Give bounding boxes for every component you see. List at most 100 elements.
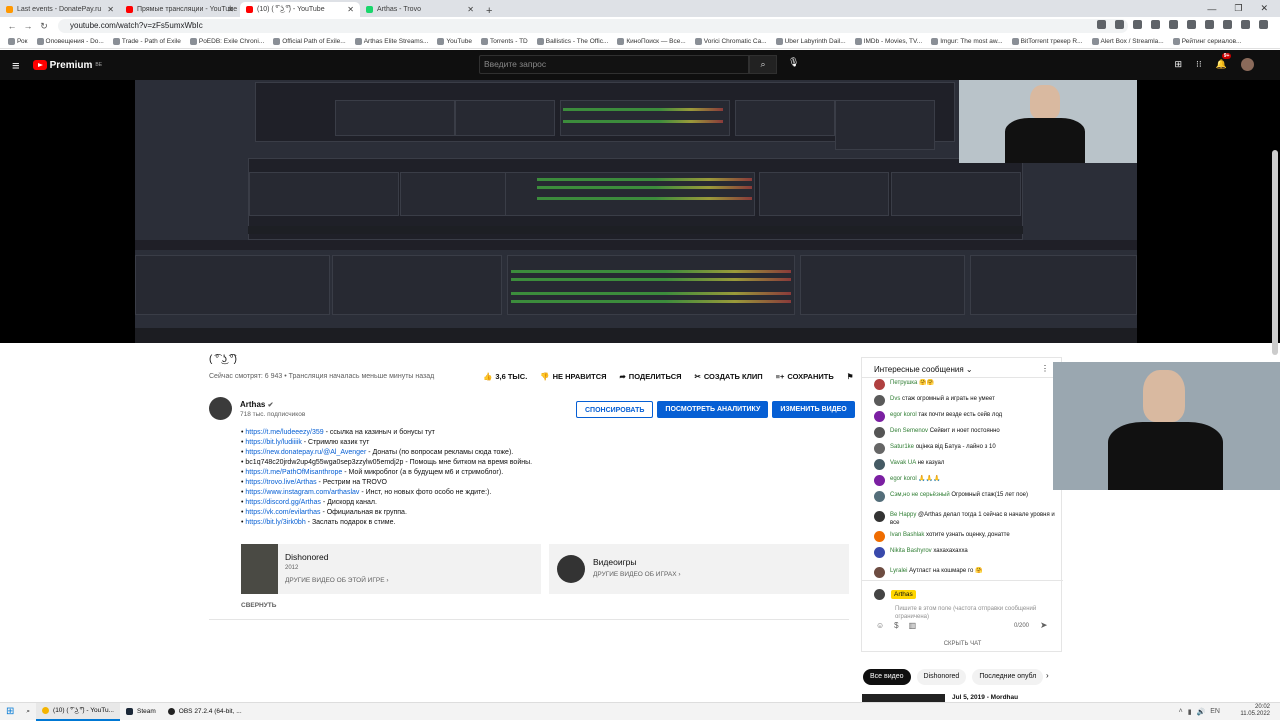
extension-icon[interactable] [1115,20,1124,29]
chat-message[interactable]: Сэм,но не серьёзный Огромный стаж(15 лет… [862,491,1063,511]
game-card[interactable]: Dishonored 2012 ДРУГИЕ ВИДЕО ОБ ЭТОЙ ИГР… [241,544,541,594]
channel-avatar[interactable] [209,397,232,420]
browser-tab-youtube-streams[interactable]: Прямые трансляции - YouTube ✕ [120,2,240,17]
notifications-icon[interactable]: 🔔 9+ [1216,53,1232,70]
related-title[interactable]: Jul 5, 2019 - Mordhau [952,694,1018,701]
chat-message[interactable]: Петрушка 🤗🤗 [862,379,1063,395]
related-thumbnail[interactable] [862,694,945,702]
maximize-icon[interactable]: ❐ [1234,3,1242,14]
search-icon[interactable]: ⌕ [749,55,777,74]
forward-icon[interactable]: → [20,21,36,31]
chat-author[interactable]: Ivan Bashlak [890,532,924,538]
chat-author[interactable]: Петрушка [890,380,917,386]
taskbar-steam[interactable]: Steam [120,703,162,721]
chat-author[interactable]: egor korol [890,476,917,482]
description-link[interactable]: https://t.me/ludeeezy/359 [245,429,323,436]
chat-message[interactable]: Nikita Bashyrov хахахахахха [862,547,1063,567]
menu-icon[interactable]: ≡ [12,58,20,73]
bookmark-item[interactable]: Official Path of Exile... [273,38,346,45]
bookmark-item[interactable]: Оповещения - Do... [36,38,104,45]
game-more-link[interactable]: ДРУГИЕ ВИДЕО ОБ ЭТОЙ ИГРЕ [285,577,385,584]
chat-more-icon[interactable]: ⋮ [1041,364,1049,373]
chat-message[interactable]: Vavak UA не казуал [862,459,1063,475]
extension-icon[interactable] [1259,20,1268,29]
chat-author[interactable]: Dvs [890,396,900,402]
like-button[interactable]: 👍 3,6 ТЫС. [483,372,527,381]
extension-icon[interactable] [1133,20,1142,29]
save-button[interactable]: ≡+ СОХРАНИТЬ [776,372,834,381]
youtube-logo[interactable]: Premium BE [32,60,102,71]
description-link[interactable]: https://vk.com/evilarthas [245,509,320,516]
hide-chat-button[interactable]: СКРЫТЬ ЧАТ [862,641,1063,647]
chevron-up-icon[interactable]: ˄ [1179,708,1183,716]
bookmark-item[interactable]: Vorici Chromatic Ca... [694,38,767,45]
close-tab-icon[interactable]: ✕ [227,5,234,14]
taskbar-obs[interactable]: OBS 27.2.4 (64-bit, ... [162,703,248,721]
chat-author[interactable]: Сэм,но не серьёзный [890,492,950,498]
chat-message[interactable]: Den Semenov Сейвит и ноет постоянно [862,427,1063,443]
chat-message[interactable]: Dvs стаж огромный а играть не умеет [862,395,1063,411]
bookmark-item[interactable]: IMDb - Movies, TV... [854,38,922,45]
close-tab-icon[interactable]: ✕ [107,5,114,14]
description-link[interactable]: https://bit.ly/ludiiiik [245,439,301,446]
bookmark-item[interactable]: PoEDB: Exile Chroni... [189,38,264,45]
apps-icon[interactable]: ⁝⁝ [1196,59,1202,70]
close-tab-icon[interactable]: ✕ [347,5,354,14]
minimize-icon[interactable]: — [1207,4,1216,14]
clock[interactable]: 20:02 11.05.2022 [1240,704,1270,718]
bookmark-item[interactable]: Ballistics - The Offic... [536,38,608,45]
chat-author[interactable]: egor korol [890,412,917,418]
extension-icon[interactable] [1097,20,1106,29]
channel-name[interactable]: Arthas [240,400,265,409]
share-button[interactable]: ➦ ПОДЕЛИТЬСЯ [620,372,682,381]
chat-author[interactable]: Vavak UA [890,460,916,466]
extension-icon[interactable] [1205,20,1214,29]
chat-input[interactable]: Пишите в этом поле (частота отправки соо… [895,605,1055,621]
reload-icon[interactable]: ↻ [36,21,52,32]
clip-button[interactable]: ✂ СОЗДАТЬ КЛИП [695,372,763,381]
back-icon[interactable]: ← [4,21,20,31]
bookmark-item[interactable]: Trade - Path of Exile [112,38,181,45]
search-input[interactable]: Введите запрос [479,55,749,74]
chat-author[interactable]: Den Semenov [890,428,928,434]
collapse-button[interactable]: СВЕРНУТЬ [241,602,276,609]
windows-start-icon[interactable]: ⊞ [0,703,20,721]
bookmark-item[interactable]: Alert Box / Streamla... [1091,38,1164,45]
bookmark-item[interactable]: Arthas Elite Streams... [354,38,428,45]
description-link[interactable]: https://t.me/PathOfMisanthrope [245,469,342,476]
browser-tab-donatepay[interactable]: Last events - DonatePay.ru ✕ [0,2,120,17]
chat-author[interactable]: Nikita Bashyrov [890,548,932,554]
taskbar-chrome[interactable]: (10) ( ͡° ͜ʖ ͡°) - YouTu... [36,702,120,721]
chip-recent[interactable]: Последние опубл [972,669,1044,685]
bookmark-item[interactable]: Torrents - TD [480,38,528,45]
bookmark-item[interactable]: Рок [8,38,28,45]
create-video-icon[interactable]: ⊞ [1175,59,1183,70]
chip-dishonored[interactable]: Dishonored [916,669,967,685]
chat-author[interactable]: Lyralei [890,568,907,574]
extension-icon[interactable] [1223,20,1232,29]
volume-icon[interactable]: 🔊 [1197,708,1206,716]
windows-search-icon[interactable]: ⌕ [20,703,36,721]
chip-all[interactable]: Все видео [863,669,911,685]
chat-author[interactable]: Satur1ke [890,444,914,450]
description-link[interactable]: https://new.donatepay.ru/@Al_Avenger [245,449,366,456]
extension-icon[interactable] [1187,20,1196,29]
bookmark-item[interactable]: BitTorrent трекер R... [1011,38,1083,45]
extension-icon[interactable] [1241,20,1250,29]
description-link[interactable]: https://www.instagram.com/arthaslav [245,489,359,496]
browser-tab-trovo[interactable]: Arthas - Trovo ✕ [360,2,480,17]
language-icon[interactable]: EN [1210,708,1220,716]
poll-icon[interactable]: ▥ [909,621,917,630]
bookmark-item[interactable]: Imgur: The most aw... [931,38,1003,45]
scrollbar[interactable] [1272,150,1278,355]
super-chat-icon[interactable]: $ [894,621,898,630]
chat-message[interactable]: Ivan Bashlak хотите узнать оценку, донат… [862,531,1063,547]
description-link[interactable]: https://trovo.live/Arthas [245,479,316,486]
close-window-icon[interactable]: ✕ [1260,3,1268,14]
edit-video-button[interactable]: ИЗМЕНИТЬ ВИДЕО [772,401,855,418]
avatar[interactable] [1241,58,1254,71]
topic-more-link[interactable]: ДРУГИЕ ВИДЕО ОБ ИГРАХ [593,571,677,578]
chat-message[interactable]: Lyralei Аутласт на кошмаре го 🤗 [862,567,1063,579]
dislike-button[interactable]: 👎 НЕ НРАВИТСЯ [540,372,606,381]
bookmark-item[interactable]: Uber Labyrinth Dail... [775,38,846,45]
